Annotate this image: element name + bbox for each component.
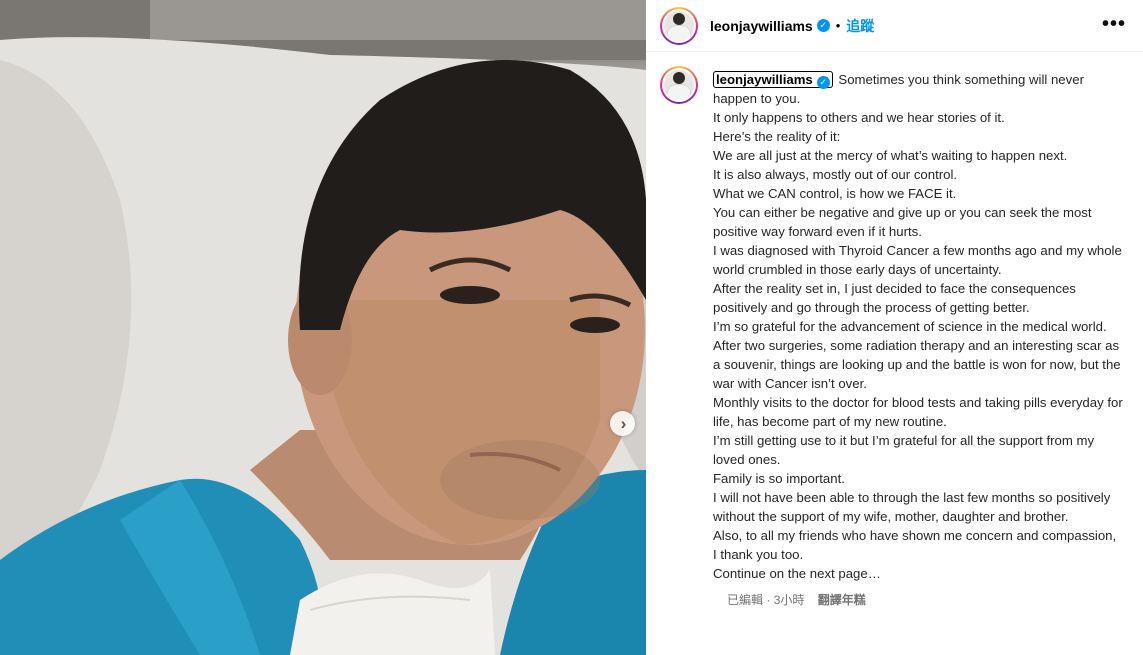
selfie-image — [0, 0, 646, 655]
translate-button[interactable]: 翻譯年糕 — [818, 593, 866, 607]
post-caption: leonjaywilliams ✓ Sometimes you think som… — [713, 70, 1123, 583]
caption-line: It is also always, mostly out of our con… — [713, 167, 958, 182]
post-photo: › — [0, 0, 646, 655]
header-username[interactable]: leonjaywilliams — [710, 18, 813, 34]
caption-line: Continue on the next page… — [713, 566, 881, 581]
caption-line: After the reality set in, I just decided… — [713, 281, 1076, 315]
caption-avatar-image — [664, 70, 694, 100]
post-header: leonjaywilliams ✓ • 追蹤 ••• — [646, 0, 1143, 52]
meta-dot: · — [766, 593, 774, 607]
post-details-panel: leonjaywilliams ✓ • 追蹤 ••• leonjaywillia… — [646, 0, 1143, 655]
caption-line: I will not have been able to through the… — [713, 490, 1111, 524]
more-options-icon[interactable]: ••• — [1102, 13, 1126, 36]
verified-badge-icon: ✓ — [816, 76, 830, 89]
caption-line: I’m so grateful for the advancement of s… — [713, 319, 1107, 334]
verified-badge-icon: ✓ — [816, 19, 830, 32]
caption-line: I was diagnosed with Thyroid Cancer a fe… — [713, 243, 1122, 277]
caption-line: It only happens to others and we hear st… — [713, 110, 1005, 125]
caption-line: Here’s the reality of it: — [713, 129, 841, 144]
caption-line: Monthly visits to the doctor for blood t… — [713, 395, 1123, 429]
caption-line: I’m still getting use to it but I’m grat… — [713, 433, 1095, 467]
separator-dot: • — [835, 18, 841, 33]
caption-section: leonjaywilliams ✓ Sometimes you think som… — [646, 52, 1143, 608]
caption-line: Family is so important. — [713, 471, 845, 486]
avatar-image — [664, 10, 694, 41]
caption-username[interactable]: leonjaywilliams ✓ — [713, 71, 833, 89]
caption-line: You can either be negative and give up o… — [713, 205, 1092, 239]
caption-avatar[interactable] — [660, 66, 698, 104]
post-time[interactable]: 3小時 — [774, 593, 805, 607]
edited-label: 已編輯 — [727, 593, 764, 607]
caption-line: After two surgeries, some radiation ther… — [713, 338, 1121, 391]
caption-line: We are all just at the mercy of what’s w… — [713, 148, 1068, 163]
chevron-right-icon: › — [620, 414, 627, 433]
caption-line: What we CAN control, is how we FACE it. — [713, 186, 957, 201]
caption-line: Also, to all my friends who have shown m… — [713, 528, 1117, 562]
avatar[interactable] — [660, 6, 698, 45]
post-meta: 已編輯 · 3小時 翻譯年糕 — [727, 591, 1143, 608]
follow-button[interactable]: 追蹤 — [846, 16, 874, 36]
next-image-button[interactable]: › — [610, 411, 635, 436]
